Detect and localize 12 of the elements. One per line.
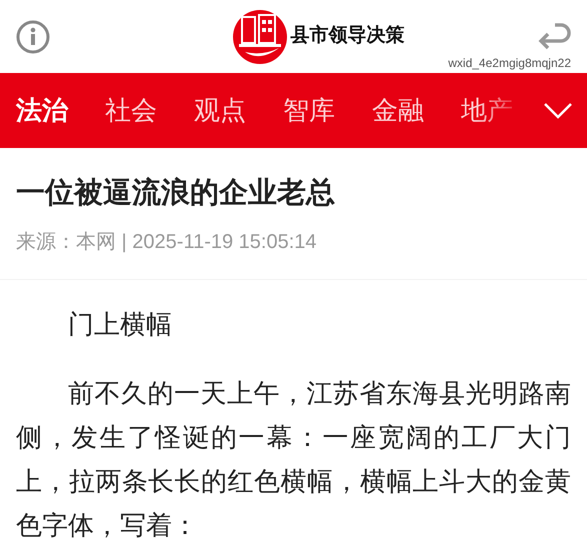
article-title: 一位被逼流浪的企业老总	[16, 176, 336, 211]
category-tab[interactable]: 社会	[105, 91, 157, 130]
category-tab[interactable]: 金融	[372, 91, 424, 130]
paragraph: 门上横幅	[67, 308, 173, 341]
article-meta: 来源：本网 | 2025-11-19 15:05:14	[16, 230, 318, 255]
category-tab[interactable]: 法治	[16, 91, 68, 130]
site-name: 县市领导决策	[290, 24, 404, 48]
user-id: wxid_4e2mgig8mqjn22	[448, 57, 571, 69]
category-tab[interactable]: 智库	[283, 91, 335, 130]
paragraph: 前不久的一天上午，江苏省东海县光明路南侧，发生了怪诞的一幕：一座宽阔的工厂大门上，拉两条长长的红色横幅，横幅上斗大的金黄色字体，写着：	[16, 376, 571, 542]
category-tab[interactable]: 地产	[461, 91, 513, 130]
category-tab[interactable]: 观点	[194, 91, 246, 130]
